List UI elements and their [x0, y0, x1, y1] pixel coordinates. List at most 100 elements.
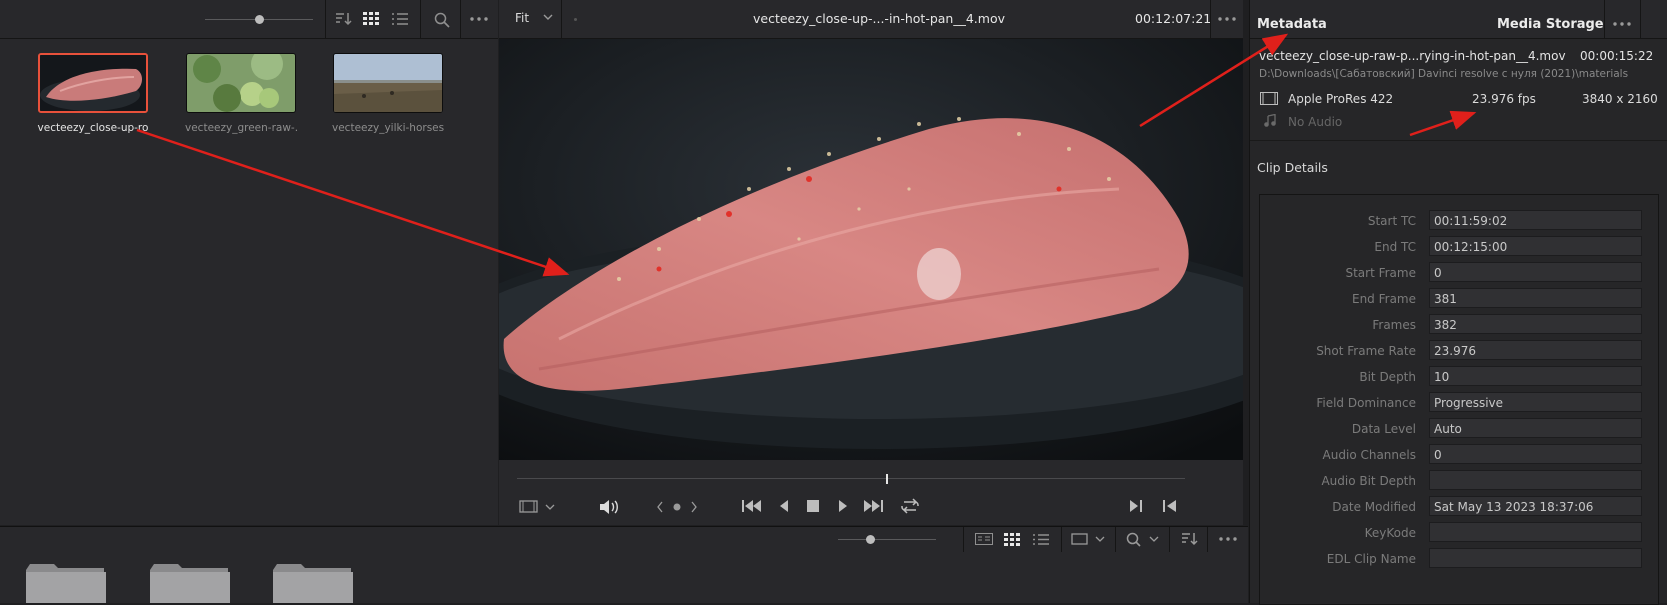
volume-icon[interactable] — [599, 499, 619, 515]
metadata-header: Metadata Media Storage — [1250, 0, 1667, 39]
clip-title: vecteezy_close-up-...-in-hot-pan__4.mov — [752, 11, 1005, 26]
field-keykode: KeyKode — [1261, 522, 1651, 544]
clip-view-icon[interactable] — [519, 500, 555, 514]
field-label: Data Level — [1351, 422, 1416, 436]
search-icon[interactable] — [434, 12, 450, 28]
field-value[interactable] — [1429, 470, 1642, 490]
search-icon[interactable] — [1126, 532, 1162, 547]
thumbnail-image — [333, 53, 443, 113]
scrubber[interactable] — [517, 474, 1185, 484]
folder-icon[interactable] — [26, 564, 106, 603]
clip-thumbnail-2[interactable]: vecteezy_green-raw-... — [185, 53, 297, 134]
clip-thumbnail-3[interactable]: vecteezy_yilki-horses... — [332, 53, 444, 134]
zoom-label: Fit — [515, 11, 530, 25]
media-pool: vecteezy_close-up-ro vecteezy_green-raw-… — [0, 39, 498, 525]
field-label: Start Frame — [1345, 266, 1416, 280]
clip-thumbnail-1[interactable]: vecteezy_close-up-ro — [37, 53, 149, 134]
viewer-timecode: 00:12:07:21 — [1135, 11, 1212, 26]
field-value[interactable]: 23.976 — [1429, 340, 1642, 360]
bottom-toolbar — [0, 526, 1248, 553]
clip-duration: 00:00:15:22 — [1580, 49, 1654, 63]
sort-icon[interactable] — [1180, 532, 1198, 546]
field-end-frame: End Frame 381 — [1261, 288, 1651, 310]
more-icon[interactable] — [1613, 22, 1631, 26]
loop-icon[interactable] — [900, 498, 920, 514]
field-value[interactable]: Auto — [1429, 418, 1642, 438]
tab-media-storage[interactable]: Media Storage — [1497, 17, 1604, 32]
divider — [1250, 140, 1667, 141]
field-start-frame: Start Frame 0 — [1261, 262, 1651, 284]
field-label: Frames — [1372, 318, 1416, 332]
field-value[interactable]: 382 — [1429, 314, 1642, 334]
viewer-dot-icon — [574, 18, 577, 21]
skip-end-icon[interactable] — [863, 499, 883, 513]
list-view-icon[interactable] — [392, 12, 408, 26]
more-icon[interactable] — [1218, 17, 1236, 21]
transport-controls — [499, 460, 1243, 525]
filmstrip-view-icon[interactable] — [975, 533, 993, 545]
chevron-down-icon — [543, 14, 553, 20]
field-field-dominance: Field Dominance Progressive — [1261, 392, 1651, 414]
field-value[interactable]: Progressive — [1429, 392, 1642, 412]
list-view-icon[interactable] — [1033, 533, 1049, 546]
frame-rate: 23.976 fps — [1472, 92, 1536, 106]
field-label: Date Modified — [1332, 500, 1416, 514]
mark-in-icon[interactable] — [1129, 499, 1143, 513]
field-value[interactable]: 10 — [1429, 366, 1642, 386]
play-icon[interactable] — [837, 499, 849, 513]
film-icon — [1260, 92, 1278, 105]
field-value[interactable]: 0 — [1429, 444, 1642, 464]
clip-view-icon[interactable] — [1071, 533, 1107, 546]
field-label: End TC — [1374, 240, 1416, 254]
folder-icon[interactable] — [273, 564, 353, 603]
stop-icon[interactable] — [807, 500, 819, 512]
media-pool-toolbar — [0, 0, 498, 39]
field-value[interactable] — [1429, 522, 1642, 542]
field-label: Start TC — [1367, 214, 1416, 228]
zoom-fit-dropdown[interactable]: Fit — [515, 11, 553, 25]
zoom-slider[interactable] — [838, 535, 936, 545]
field-value[interactable]: 381 — [1429, 288, 1642, 308]
sort-icon[interactable] — [334, 12, 352, 26]
mark-out-icon[interactable] — [1163, 499, 1177, 513]
clip-details-box: Start TC 00:11:59:02 End TC 00:12:15:00 … — [1259, 194, 1659, 605]
clip-details-title[interactable]: Clip Details — [1257, 160, 1328, 175]
audio-note-icon — [1263, 114, 1277, 128]
clip-label: vecteezy_green-raw-... — [185, 122, 297, 134]
more-icon[interactable] — [1219, 537, 1237, 541]
field-edl-clip-name: EDL Clip Name — [1261, 548, 1651, 570]
field-label: KeyKode — [1364, 526, 1416, 540]
grid-view-icon[interactable] — [1004, 533, 1020, 546]
field-shot-frame-rate: Shot Frame Rate 23.976 — [1261, 340, 1651, 362]
thumbnail-zoom-slider[interactable] — [205, 15, 313, 25]
file-name: vecteezy_close-up-raw-p...rying-in-hot-p… — [1259, 49, 1566, 63]
audio-status: No Audio — [1288, 115, 1343, 129]
skip-start-icon[interactable] — [742, 499, 762, 513]
file-path: D:\Downloads\[Сабатовский] Davinci resol… — [1259, 68, 1629, 80]
jog-control[interactable] — [657, 501, 697, 513]
thumbnail-image — [186, 53, 296, 113]
field-start-tc: Start TC 00:11:59:02 — [1261, 210, 1651, 232]
field-label: End Frame — [1351, 292, 1416, 306]
grid-view-icon[interactable] — [363, 12, 379, 26]
resolution: 3840 x 2160 — [1582, 92, 1658, 106]
field-label: Shot Frame Rate — [1316, 344, 1416, 358]
field-value[interactable]: 0 — [1429, 262, 1642, 282]
field-value[interactable] — [1429, 548, 1642, 568]
field-value[interactable]: Sat May 13 2023 18:37:06 — [1429, 496, 1642, 516]
field-frames: Frames 382 — [1261, 314, 1651, 336]
more-icon[interactable] — [470, 17, 488, 21]
field-audio-channels: Audio Channels 0 — [1261, 444, 1651, 466]
folder-icon[interactable] — [150, 564, 230, 603]
clip-label: vecteezy_yilki-horses... — [332, 122, 444, 134]
viewer-image[interactable] — [499, 39, 1243, 460]
field-value[interactable]: 00:12:15:00 — [1429, 236, 1642, 256]
tab-metadata[interactable]: Metadata — [1257, 17, 1327, 32]
step-back-icon[interactable] — [778, 499, 790, 513]
field-end-tc: End TC 00:12:15:00 — [1261, 236, 1651, 258]
codec: Apple ProRes 422 — [1288, 92, 1394, 106]
field-label: Audio Channels — [1322, 448, 1416, 462]
bins-area — [0, 552, 1248, 603]
thumbnail-image — [38, 53, 148, 113]
field-value[interactable]: 00:11:59:02 — [1429, 210, 1642, 230]
